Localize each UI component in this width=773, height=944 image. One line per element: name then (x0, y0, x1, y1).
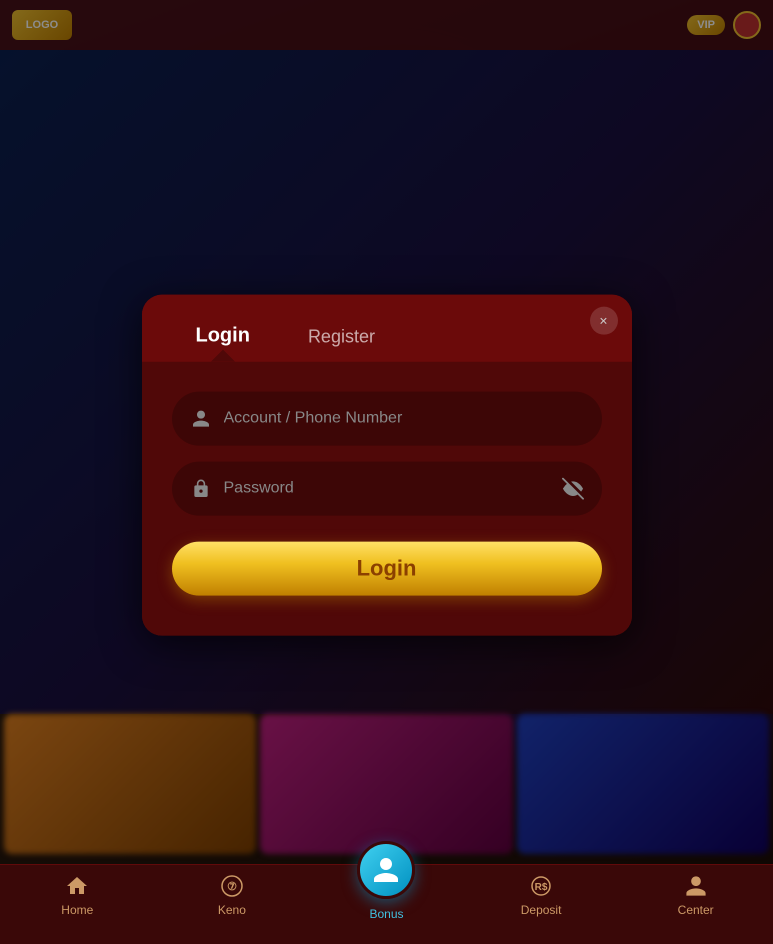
deposit-icon: R$ (528, 873, 554, 899)
center-icon (683, 873, 709, 899)
password-input[interactable] (224, 480, 550, 498)
close-button[interactable]: × (590, 307, 618, 335)
account-input-row (172, 392, 602, 446)
nav-item-bonus[interactable]: Bonus (309, 863, 464, 921)
bottom-navigation: Home ⑦ Keno Bonus R$ Deposit (0, 864, 773, 944)
modal-header: Login Register × (142, 295, 632, 362)
nav-label-keno: Keno (218, 903, 246, 917)
login-modal: Login Register × (142, 295, 632, 636)
svg-text:⑦: ⑦ (227, 881, 237, 893)
account-input[interactable] (224, 410, 584, 428)
login-button[interactable]: Login (172, 542, 602, 596)
user-icon (190, 408, 212, 430)
close-icon: × (599, 313, 607, 329)
nav-item-center[interactable]: Center (618, 873, 773, 917)
tab-register[interactable]: Register (284, 317, 399, 362)
nav-label-home: Home (61, 903, 93, 917)
keno-icon: ⑦ (219, 873, 245, 899)
password-input-row (172, 462, 602, 516)
toggle-password-icon[interactable] (562, 478, 584, 500)
modal-body: Login (142, 362, 632, 636)
home-icon (64, 873, 90, 899)
nav-item-keno[interactable]: ⑦ Keno (155, 873, 310, 917)
tab-login[interactable]: Login (172, 315, 274, 362)
nav-item-deposit[interactable]: R$ Deposit (464, 873, 619, 917)
nav-label-bonus: Bonus (369, 907, 403, 921)
lock-icon (190, 478, 212, 500)
bonus-circle (357, 841, 415, 899)
nav-item-home[interactable]: Home (0, 873, 155, 917)
svg-text:R$: R$ (535, 882, 548, 893)
nav-label-deposit: Deposit (521, 903, 562, 917)
nav-label-center: Center (678, 903, 714, 917)
